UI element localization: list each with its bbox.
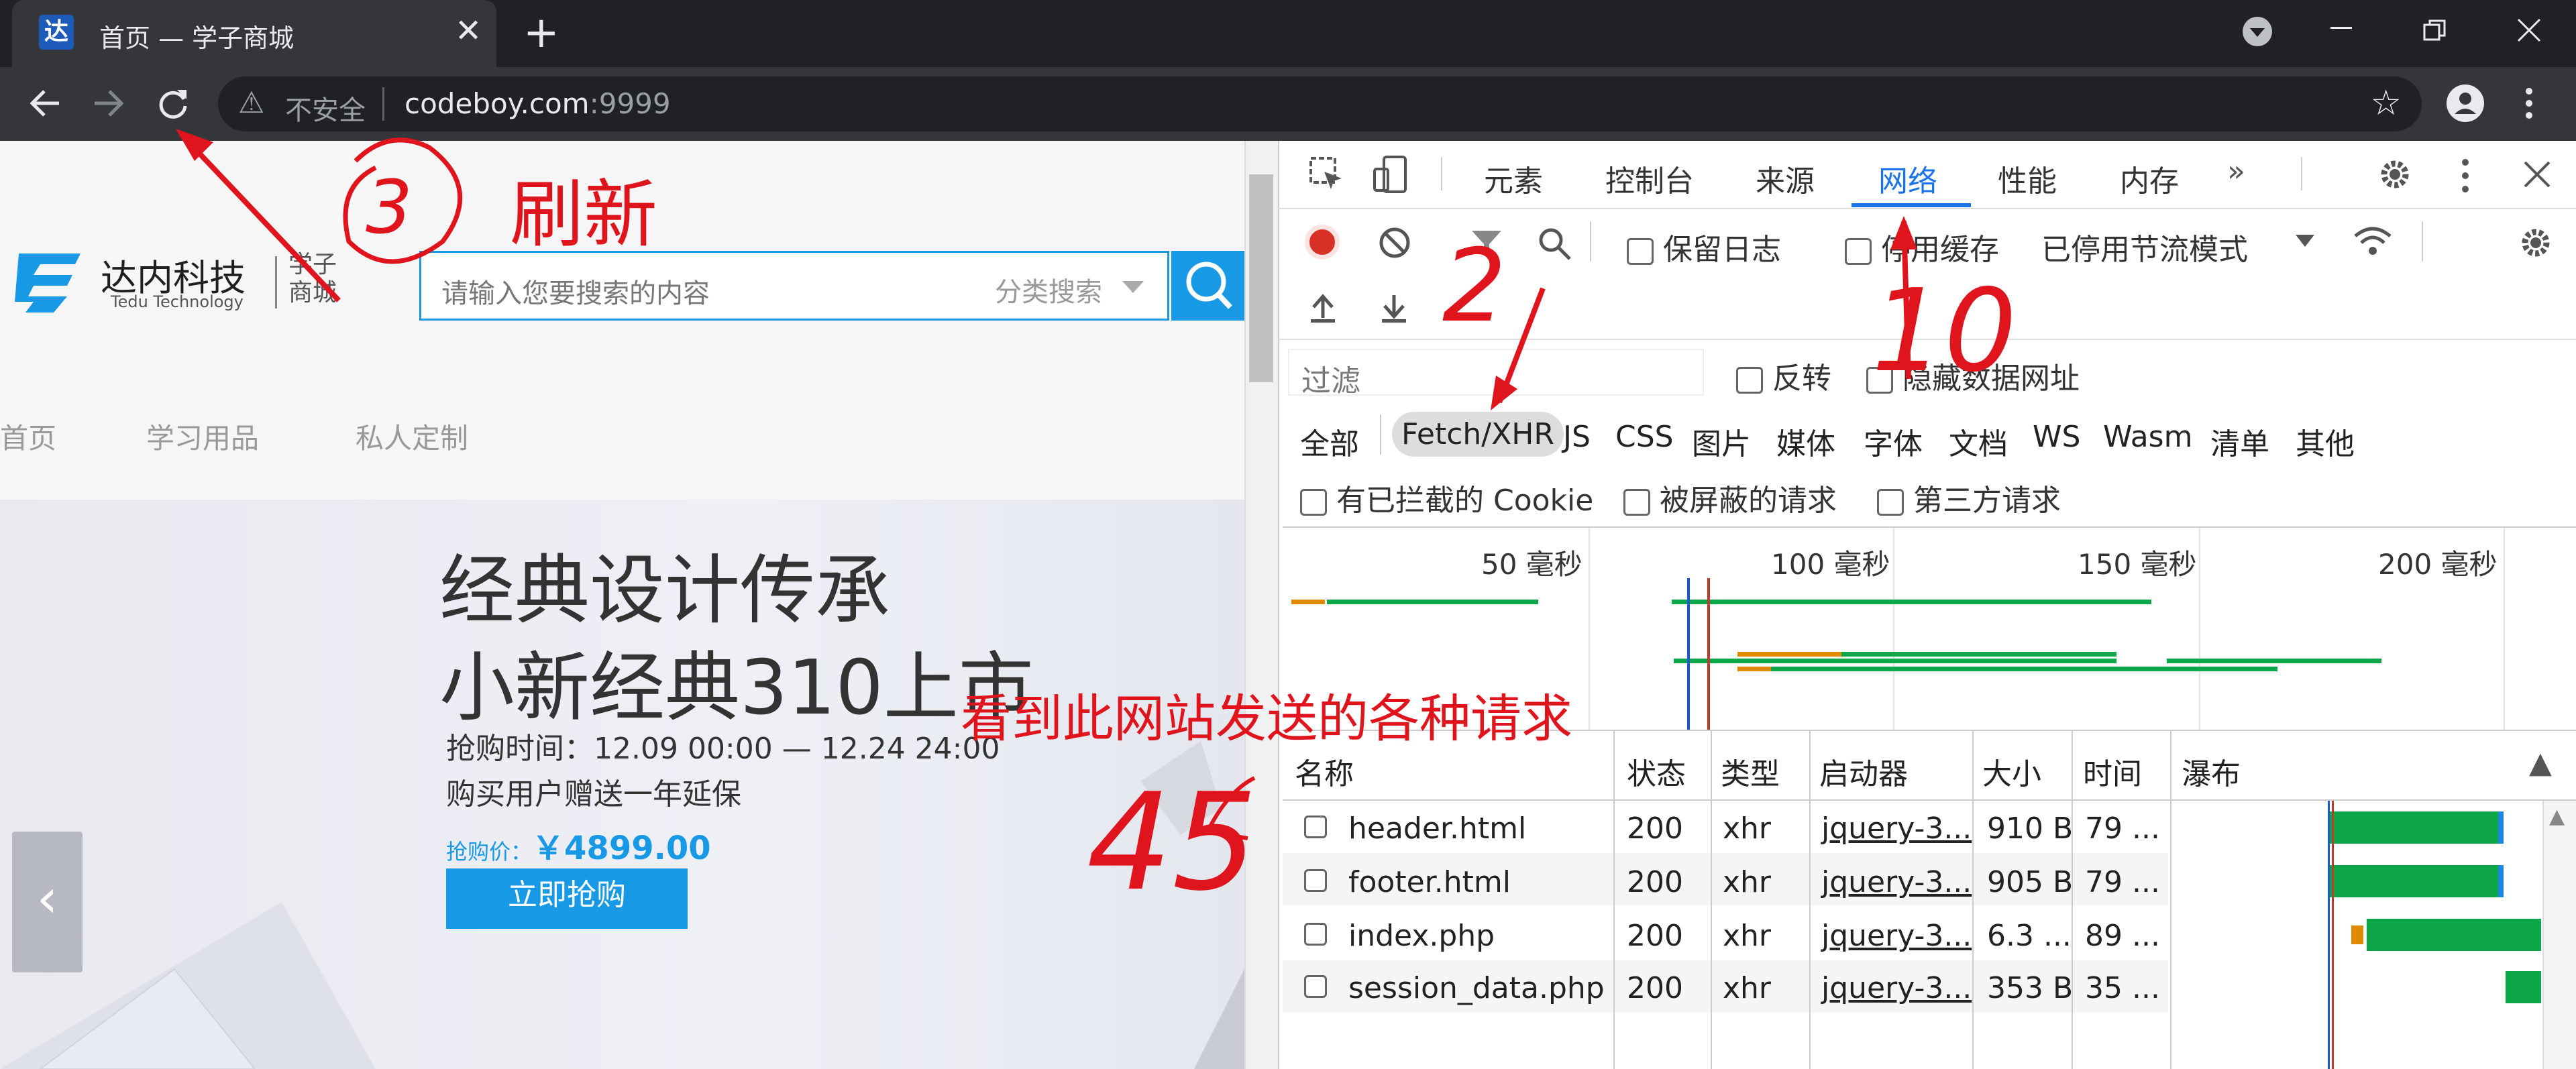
- annotation-number-2: 2: [1442, 228, 1507, 345]
- annotation-refresh: 刷新: [510, 172, 657, 258]
- annotation-number-3: 3: [366, 164, 413, 250]
- annotation-number-45: 45: [1087, 765, 1258, 921]
- annotation-number-10: 10: [1872, 265, 2017, 398]
- annotation-requests-note: 看到此网站发送的各种请求: [961, 689, 1572, 748]
- annotation-layer: [176, 129, 1917, 840]
